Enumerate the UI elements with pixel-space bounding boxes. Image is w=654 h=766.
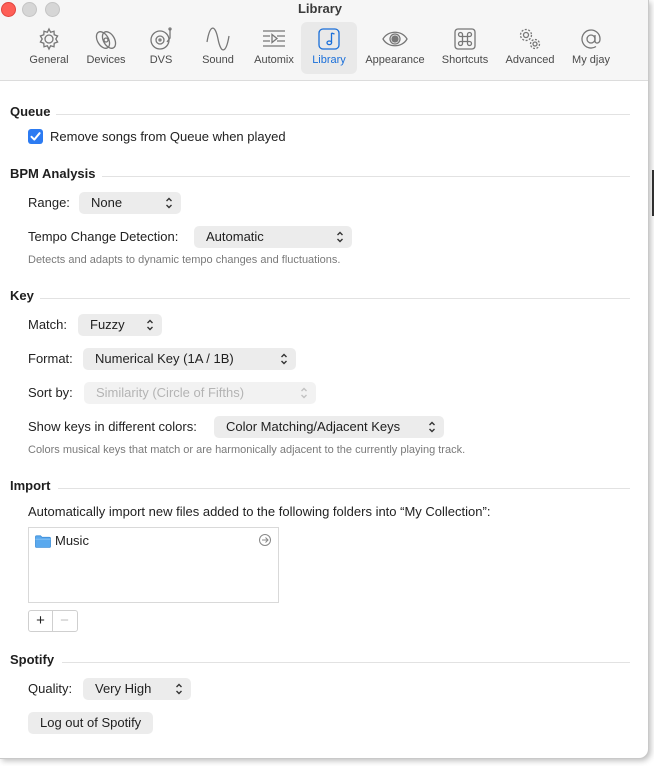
format-label: Format:: [28, 351, 73, 366]
remove-played-checkbox[interactable]: [28, 129, 43, 144]
at-sign-icon: [581, 29, 601, 49]
tab-general[interactable]: General: [20, 22, 78, 74]
turntable-icon: [150, 27, 172, 50]
chevron-up-down-icon: [147, 319, 153, 331]
tab-label: Appearance: [365, 54, 425, 66]
chevron-up-down-icon: [166, 197, 172, 209]
folder-icon: [35, 535, 51, 548]
tab-label: DVS: [149, 54, 173, 66]
tempo-change-popup[interactable]: Automatic: [194, 226, 352, 248]
match-popup[interactable]: Fuzzy: [78, 314, 162, 336]
key-colors-popup[interactable]: Color Matching/Adjacent Keys: [214, 416, 444, 438]
tab-label: General: [29, 54, 69, 66]
quality-label: Quality:: [28, 681, 73, 696]
chevron-up-down-icon: [301, 387, 307, 399]
tab-automix[interactable]: Automix: [246, 22, 302, 74]
logout-spotify-button[interactable]: Log out of Spotify: [28, 712, 154, 734]
reveal-arrow-icon[interactable]: [258, 533, 272, 547]
section-heading-import: Import: [10, 478, 51, 493]
title-bar: Library General Devices DVS Sound Automi…: [0, 0, 648, 81]
tab-library[interactable]: Library: [301, 22, 357, 74]
section-divider: [62, 662, 630, 663]
section-divider: [102, 176, 630, 177]
key-colors-value: Color Matching/Adjacent Keys: [226, 419, 401, 434]
tab-label: Advanced: [505, 54, 555, 66]
tab-shortcuts[interactable]: Shortcuts: [434, 22, 496, 74]
import-description: Automatically import new files added to …: [28, 504, 491, 519]
section-divider: [58, 488, 630, 489]
devices-icon: [95, 31, 117, 49]
command-icon: [454, 28, 476, 50]
list-item[interactable]: Music: [35, 533, 272, 551]
waveform-icon: [206, 27, 230, 51]
tab-advanced[interactable]: Advanced: [498, 22, 562, 74]
tab-label: Automix: [254, 54, 294, 66]
window-title: Library: [297, 1, 343, 16]
remove-played-label[interactable]: Remove songs from Queue when played: [50, 129, 286, 144]
quality-value: Very High: [95, 681, 152, 696]
section-heading-spotify: Spotify: [10, 652, 55, 667]
range-label: Range:: [28, 195, 70, 210]
chevron-up-down-icon: [337, 231, 343, 243]
tab-label: Library: [312, 54, 346, 66]
quality-popup[interactable]: Very High: [83, 678, 191, 700]
tab-label: Shortcuts: [441, 54, 489, 66]
tab-appearance[interactable]: Appearance: [358, 22, 432, 74]
tab-my-djay[interactable]: My djay: [564, 22, 618, 74]
match-label: Match:: [28, 317, 68, 332]
add-folder-button[interactable]: +: [29, 611, 53, 631]
range-value: None: [91, 195, 123, 210]
section-divider: [56, 114, 630, 115]
tab-label: Sound: [202, 54, 234, 66]
tab-devices[interactable]: Devices: [76, 22, 136, 74]
tab-dvs[interactable]: DVS: [134, 22, 188, 74]
add-remove-segmented-control: + −: [28, 610, 78, 632]
tab-label: My djay: [572, 54, 610, 66]
section-heading-key: Key: [10, 288, 34, 303]
gear-icon: [39, 27, 59, 51]
tempo-change-help: Detects and adapts to dynamic tempo chan…: [28, 254, 341, 266]
key-colors-help: Colors musical keys that match or are ha…: [28, 444, 466, 456]
match-value: Fuzzy: [90, 317, 125, 332]
tempo-change-value: Automatic: [206, 229, 264, 244]
chevron-up-down-icon: [429, 421, 435, 433]
section-heading-bpm-analysis: BPM Analysis: [10, 166, 96, 181]
import-folder-list[interactable]: Music: [28, 527, 279, 603]
music-note-icon: [318, 28, 340, 50]
range-popup[interactable]: None: [79, 192, 181, 214]
chevron-up-down-icon: [281, 353, 287, 365]
key-colors-label: Show keys in different colors:: [28, 419, 197, 434]
tab-label: Devices: [86, 54, 126, 66]
tab-sound[interactable]: Sound: [190, 22, 246, 74]
chevron-up-down-icon: [176, 683, 182, 695]
format-value: Numerical Key (1A / 1B): [95, 351, 234, 366]
sort-by-popup[interactable]: Similarity (Circle of Fifths): [84, 382, 316, 404]
checkmark-icon: [30, 132, 41, 141]
remove-folder-button[interactable]: −: [53, 611, 76, 631]
section-heading-queue: Queue: [10, 104, 51, 119]
gears-icon: [519, 28, 541, 50]
automix-icon: [263, 30, 285, 47]
preferences-window: Library General Devices DVS Sound Automi…: [0, 0, 649, 759]
format-popup[interactable]: Numerical Key (1A / 1B): [83, 348, 296, 370]
sort-by-label: Sort by:: [28, 385, 73, 400]
folder-name: Music: [55, 533, 89, 548]
eye-icon: [382, 31, 408, 47]
sort-by-value: Similarity (Circle of Fifths): [96, 385, 245, 400]
tempo-change-label: Tempo Change Detection:: [28, 229, 179, 244]
section-divider: [40, 298, 630, 299]
